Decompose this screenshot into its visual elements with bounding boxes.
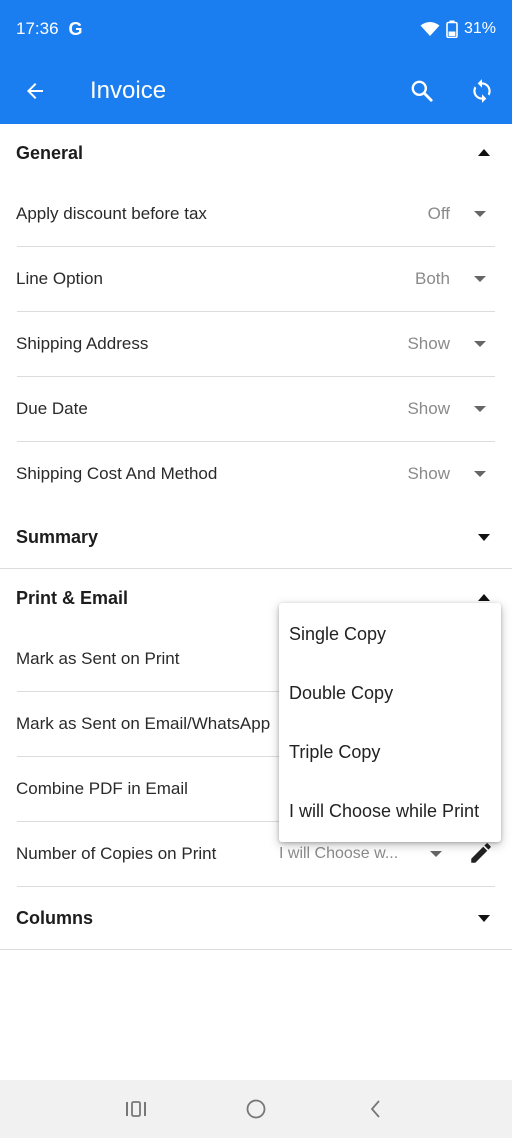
section-summary-header[interactable]: Summary (0, 506, 512, 568)
system-back-button[interactable] (356, 1089, 396, 1129)
back-button[interactable] (0, 58, 70, 124)
menu-item-double-copy[interactable]: Double Copy (279, 664, 501, 723)
section-title: General (16, 142, 84, 163)
search-button[interactable] (392, 58, 452, 124)
caret-down-icon (478, 534, 490, 541)
section-title: Summary (16, 526, 99, 547)
row-label: Due Date (16, 399, 88, 418)
row-value: Show (407, 334, 450, 353)
status-right: 31% (420, 20, 496, 38)
edit-pencil-icon[interactable] (468, 840, 494, 866)
row-apply-discount[interactable]: Apply discount before tax Off (0, 182, 512, 246)
row-value: I will Choose w... (279, 845, 399, 862)
page-title: Invoice (90, 77, 167, 104)
recent-apps-icon (126, 1101, 146, 1117)
system-nav-bar (0, 1080, 512, 1138)
caret-down-icon (478, 915, 490, 922)
dropdown-arrow-icon (474, 341, 486, 347)
row-label: Apply discount before tax (16, 204, 207, 223)
google-icon: G (68, 18, 83, 39)
battery-icon (446, 20, 458, 38)
row-value: Show (407, 399, 450, 418)
dropdown-arrow-icon (474, 211, 486, 217)
section-title: Print & Email (16, 587, 129, 608)
dropdown-arrow-icon (474, 276, 486, 282)
copies-dropdown-menu: Single Copy Double Copy Triple Copy I wi… (279, 603, 501, 842)
section-general-header[interactable]: General (0, 124, 512, 182)
home-button[interactable] (236, 1089, 276, 1129)
menu-item-triple-copy[interactable]: Triple Copy (279, 723, 501, 782)
recent-apps-button[interactable] (116, 1089, 156, 1129)
status-bar: 17:36 G 31% (0, 0, 512, 58)
menu-item-single-copy[interactable]: Single Copy (279, 605, 501, 664)
row-value: Off (427, 204, 450, 223)
wifi-icon (420, 22, 440, 36)
caret-up-icon (478, 594, 490, 601)
row-due-date[interactable]: Due Date Show (0, 377, 512, 441)
row-label: Mark as Sent on Email/WhatsApp (16, 714, 271, 733)
search-icon (411, 80, 433, 102)
row-label: Mark as Sent on Print (16, 649, 180, 668)
divider (0, 949, 512, 950)
menu-item-choose-while-print[interactable]: I will Choose while Print (279, 782, 501, 841)
section-columns-header[interactable]: Columns (0, 887, 512, 949)
row-value: Show (407, 464, 450, 483)
dropdown-arrow-icon (474, 471, 486, 477)
row-value: Both (415, 269, 450, 288)
row-label: Combine PDF in Email (16, 779, 188, 798)
caret-up-icon (478, 149, 490, 156)
home-circle-icon (246, 1099, 266, 1119)
app-bar: Invoice (0, 58, 512, 124)
row-label: Shipping Cost And Method (16, 464, 218, 483)
battery-percent: 31% (463, 20, 496, 37)
dropdown-arrow-icon[interactable] (430, 851, 442, 857)
dropdown-arrow-icon (474, 406, 486, 412)
sync-button[interactable] (452, 58, 512, 124)
row-shipping-cost[interactable]: Shipping Cost And Method Show (0, 442, 512, 506)
sync-icon (473, 79, 491, 103)
row-shipping-address[interactable]: Shipping Address Show (0, 312, 512, 376)
row-label: Number of Copies on Print (16, 844, 217, 863)
row-line-option[interactable]: Line Option Both (0, 247, 512, 311)
back-arrow-icon (27, 83, 43, 99)
status-time: 17:36 (16, 19, 59, 38)
row-label: Shipping Address (16, 334, 149, 353)
section-title: Columns (16, 907, 94, 928)
row-label: Line Option (16, 269, 103, 288)
chevron-left-icon (370, 1100, 380, 1118)
